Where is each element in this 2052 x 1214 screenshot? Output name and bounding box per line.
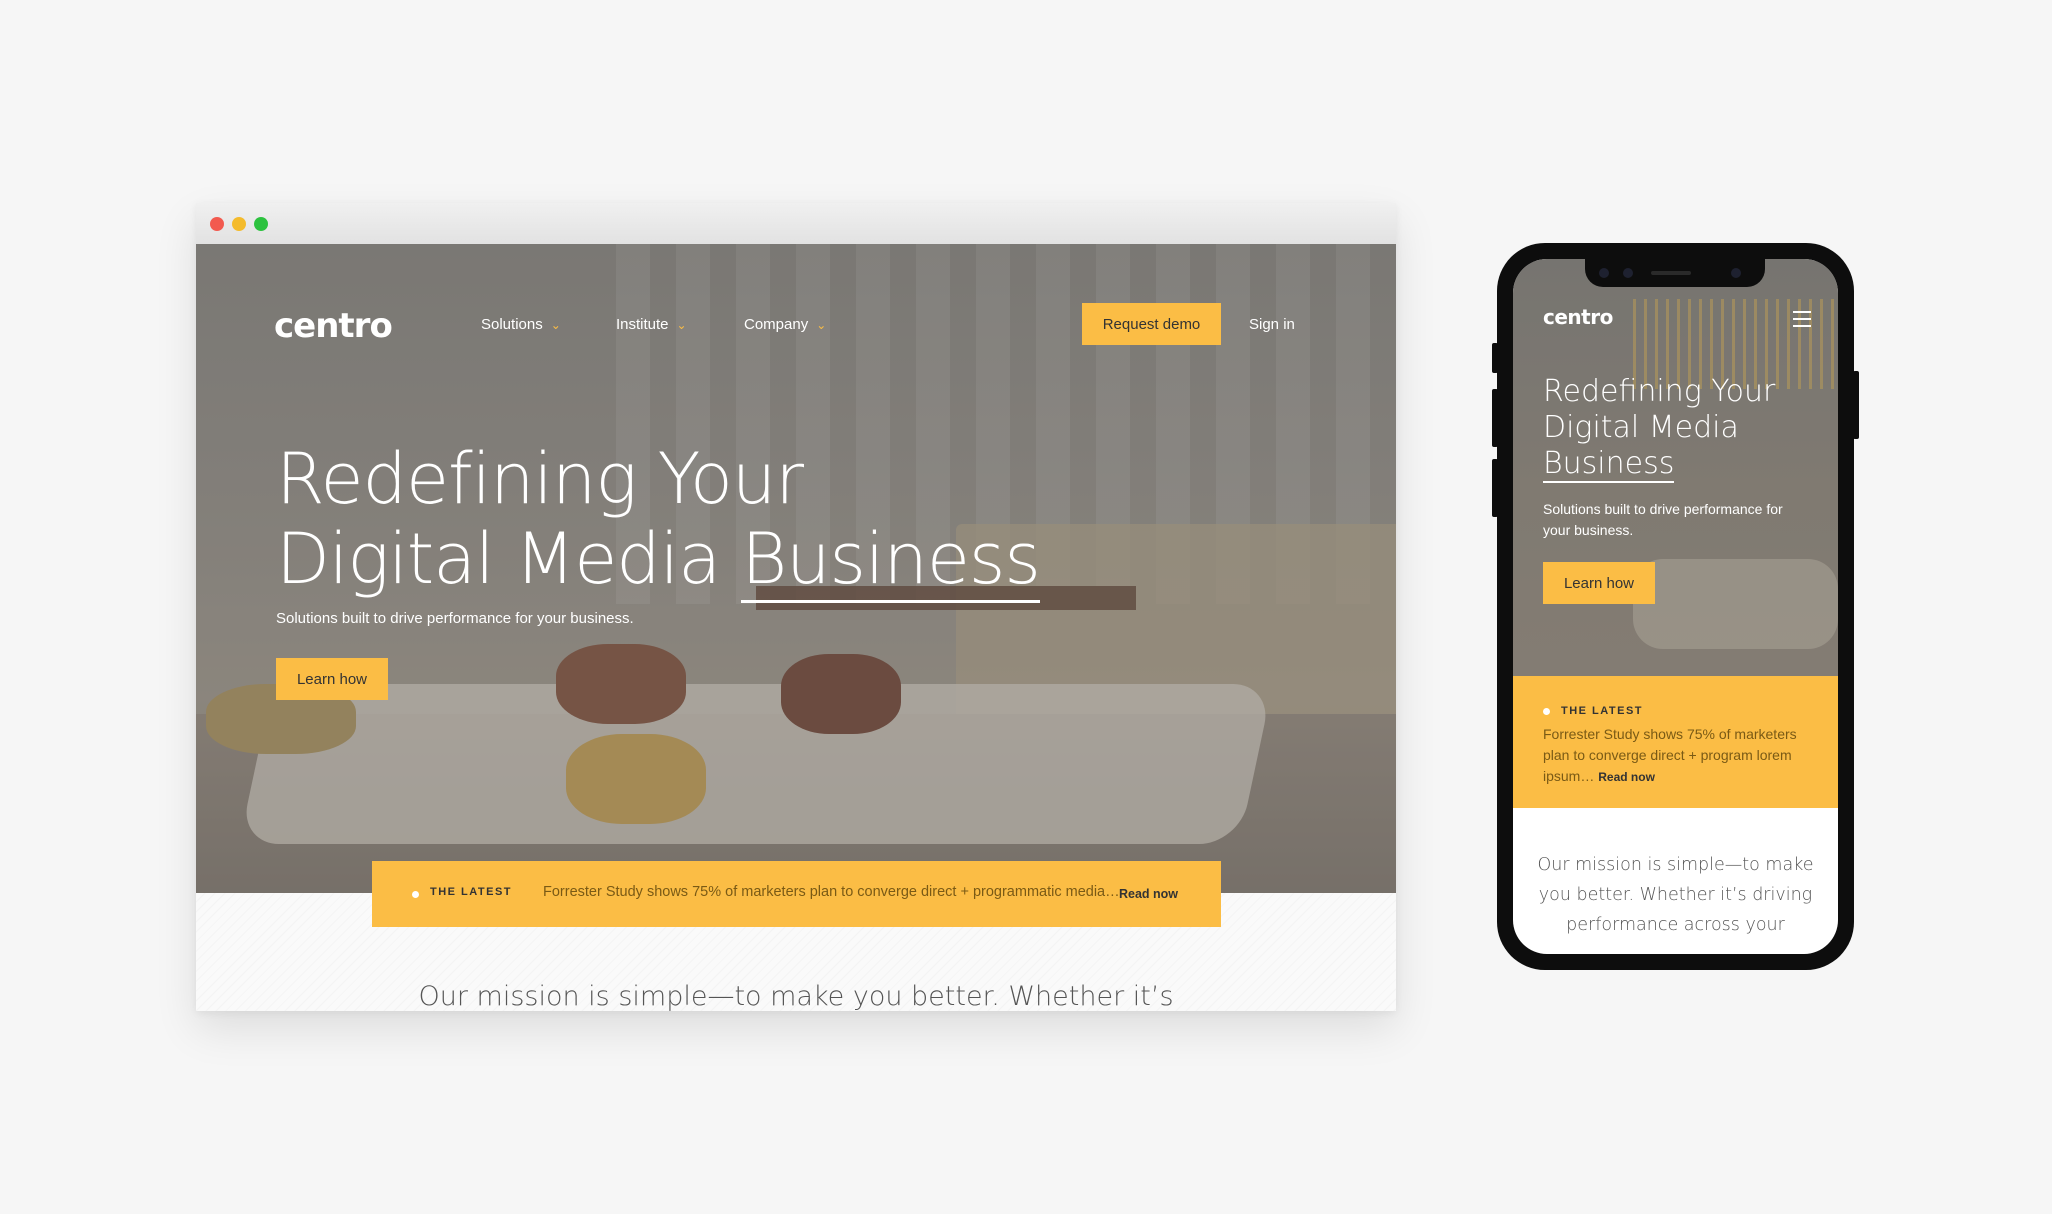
nav-company[interactable]: Company ⌄ — [744, 316, 826, 333]
mobile-hero-title-line2: Digital Media — [1543, 410, 1739, 445]
phone-notch — [1585, 259, 1765, 287]
hero-title-line1: Redefining Your — [276, 438, 804, 520]
sensor-icon — [1623, 268, 1633, 278]
nav-institute-label: Institute — [616, 316, 669, 333]
mission-statement: Our mission is simple—to make you better… — [418, 981, 1174, 1011]
mobile-centro-logo[interactable]: centro — [1543, 305, 1613, 329]
mobile-latest-text: Forrester Study shows 75% of marketers p… — [1543, 726, 1797, 784]
speaker-icon — [1651, 271, 1691, 275]
hero-subtitle: Solutions built to drive performance for… — [276, 610, 634, 627]
hero-title-highlight: Business — [741, 518, 1041, 603]
latest-news-banner[interactable]: THE LATEST Forrester Study shows 75% of … — [372, 861, 1221, 927]
nav-institute[interactable]: Institute ⌄ — [616, 316, 687, 333]
nav-solutions[interactable]: Solutions ⌄ — [481, 316, 561, 333]
camera-icon — [1599, 268, 1609, 278]
mobile-hero-subtitle: Solutions built to drive performance for… — [1543, 501, 1783, 538]
mobile-read-now-link[interactable]: Read now — [1598, 770, 1655, 784]
hero-title: Redefining Your Digital Media Business — [276, 438, 1041, 603]
mobile-hero-title-line1: Redefining Your — [1543, 374, 1776, 409]
phone-screen: centro Redefining Your Digital Media Bus… — [1513, 259, 1838, 954]
centro-logo[interactable]: centro — [274, 306, 393, 346]
latest-tag: THE LATEST — [430, 886, 513, 898]
nav-solutions-label: Solutions — [481, 316, 543, 333]
request-demo-button[interactable]: Request demo — [1082, 303, 1221, 345]
bullet-icon — [412, 891, 419, 898]
nav-company-label: Company — [744, 316, 809, 333]
mobile-phone-mockup: centro Redefining Your Digital Media Bus… — [1492, 243, 1859, 970]
phone-power-button — [1853, 371, 1859, 439]
mobile-latest-tag: THE LATEST — [1561, 705, 1644, 717]
hamburger-menu-icon[interactable] — [1793, 311, 1811, 327]
browser-title-bar — [196, 203, 1396, 244]
bullet-icon — [1543, 708, 1550, 715]
desktop-browser-window: centro Solutions ⌄ Institute ⌄ Company ⌄ Re… — [196, 203, 1396, 1011]
phone-mute-switch — [1492, 343, 1498, 373]
learn-how-button[interactable]: Learn how — [276, 658, 388, 700]
chevron-down-icon: ⌄ — [550, 318, 561, 332]
read-now-link[interactable]: Read now — [1119, 887, 1178, 901]
mobile-latest-news-banner[interactable]: THE LATEST Forrester Study shows 75% of … — [1513, 676, 1838, 808]
chevron-down-icon: ⌄ — [816, 318, 827, 332]
mobile-hero-title: Redefining Your Digital Media Business — [1543, 374, 1823, 483]
mobile-hero-section: centro Redefining Your Digital Media Bus… — [1513, 259, 1838, 676]
camera-icon — [1731, 268, 1741, 278]
hero-section: centro Solutions ⌄ Institute ⌄ Company ⌄ Re… — [196, 244, 1396, 893]
hero-title-line2: Digital Media — [276, 518, 742, 600]
maximize-dot-icon[interactable] — [254, 217, 268, 231]
sign-in-link[interactable]: Sign in — [1249, 316, 1295, 333]
latest-text: Forrester Study shows 75% of marketers p… — [543, 884, 1120, 900]
close-dot-icon[interactable] — [210, 217, 224, 231]
mobile-hero-title-highlight: Business — [1543, 446, 1675, 483]
mobile-learn-how-button[interactable]: Learn how — [1543, 562, 1655, 604]
phone-volume-up — [1492, 389, 1498, 447]
phone-volume-down — [1492, 459, 1498, 517]
minimize-dot-icon[interactable] — [232, 217, 246, 231]
mobile-mission-statement: Our mission is simple—to make you better… — [1537, 855, 1814, 935]
mobile-latest-text-block: Forrester Study shows 75% of marketers p… — [1543, 724, 1813, 788]
chevron-down-icon: ⌄ — [676, 318, 687, 332]
top-navigation: centro Solutions ⌄ Institute ⌄ Company ⌄ Re… — [196, 244, 1396, 404]
